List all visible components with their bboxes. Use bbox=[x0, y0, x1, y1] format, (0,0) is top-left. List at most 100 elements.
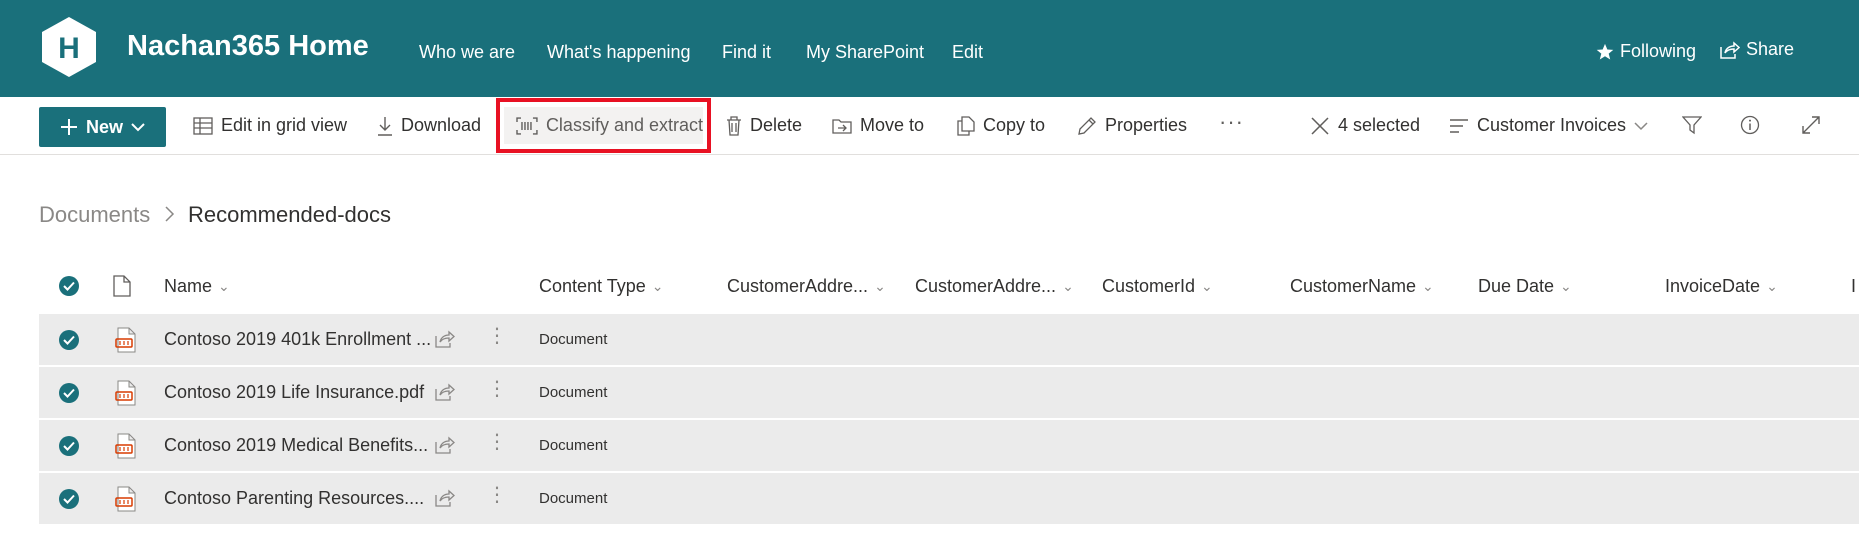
more-actions-icon[interactable]: ⋮ bbox=[487, 379, 507, 399]
move-icon bbox=[832, 118, 852, 134]
filter-icon[interactable] bbox=[1682, 115, 1702, 135]
following-label: Following bbox=[1620, 41, 1697, 61]
share-button[interactable]: Share bbox=[1720, 39, 1794, 60]
content-type-cell: Document bbox=[539, 490, 608, 507]
classify-highlight-box: Classify and extract bbox=[496, 98, 711, 153]
file-name[interactable]: Contoso Parenting Resources.... bbox=[164, 488, 424, 509]
more-actions-icon[interactable]: ⋮ bbox=[487, 432, 507, 452]
command-bar: New Edit in grid view Download Classify … bbox=[0, 97, 1859, 155]
share-label: Share bbox=[1746, 39, 1795, 59]
list-view-icon bbox=[1450, 118, 1468, 133]
chevron-down-icon: ⌄ bbox=[651, 278, 664, 294]
view-label: Customer Invoices bbox=[1477, 115, 1627, 135]
column-header-name[interactable]: Name ⌄ bbox=[164, 276, 230, 297]
content-type-cell: Document bbox=[539, 437, 608, 454]
table-row[interactable]: Contoso Parenting Resources.... ⋮ Docume… bbox=[39, 473, 1859, 525]
column-header-content-type[interactable]: Content Type ⌄ bbox=[539, 276, 663, 297]
chevron-down-icon: ⌄ bbox=[1201, 278, 1213, 294]
more-commands-button[interactable]: ··· bbox=[1219, 109, 1244, 135]
copy-to-label: Copy to bbox=[983, 115, 1046, 135]
column-header-customer-name[interactable]: CustomerName ⌄ bbox=[1290, 276, 1434, 297]
delete-button[interactable]: Delete bbox=[726, 115, 802, 136]
info-icon[interactable] bbox=[1740, 115, 1760, 135]
share-icon[interactable] bbox=[435, 383, 455, 401]
nav-who-we-are[interactable]: Who we are bbox=[419, 42, 515, 63]
expand-icon[interactable] bbox=[1801, 115, 1821, 135]
column-header-invoice-date[interactable]: InvoiceDate ⌄ bbox=[1665, 276, 1778, 297]
chevron-down-icon: ⌄ bbox=[1560, 278, 1572, 294]
selected-count-label: 4 selected bbox=[1338, 115, 1421, 135]
properties-label: Properties bbox=[1105, 115, 1188, 135]
site-logo-icon[interactable]: H bbox=[40, 16, 98, 78]
pdf-file-icon bbox=[115, 433, 136, 459]
download-label: Download bbox=[401, 115, 482, 135]
trash-icon bbox=[727, 115, 741, 136]
share-icon[interactable] bbox=[435, 436, 455, 454]
copy-to-button[interactable]: Copy to bbox=[957, 115, 1045, 136]
row-checkbox[interactable] bbox=[58, 435, 80, 457]
move-to-button[interactable]: Move to bbox=[832, 115, 924, 136]
edit-grid-view-button[interactable]: Edit in grid view bbox=[193, 115, 347, 136]
chevron-down-icon: ⌄ bbox=[1422, 278, 1434, 294]
column-header-customer-address-2[interactable]: CustomerAddre... ⌄ bbox=[915, 276, 1074, 297]
file-name[interactable]: Contoso 2019 Medical Benefits... bbox=[164, 435, 428, 456]
chevron-down-icon: ⌄ bbox=[874, 278, 886, 294]
new-label: New bbox=[85, 116, 123, 137]
plus-icon bbox=[60, 119, 77, 135]
properties-button[interactable]: Properties bbox=[1077, 115, 1187, 136]
nav-my-sharepoint[interactable]: My SharePoint bbox=[806, 42, 924, 63]
clear-selection-button[interactable]: 4 selected bbox=[1310, 115, 1420, 136]
new-button[interactable]: New bbox=[39, 107, 166, 147]
row-checkbox[interactable] bbox=[58, 329, 80, 351]
content-type-cell: Document bbox=[539, 331, 608, 348]
file-type-icon[interactable] bbox=[113, 275, 131, 297]
classify-and-extract-label: Classify and extract bbox=[545, 115, 703, 135]
row-checkbox[interactable] bbox=[58, 382, 80, 404]
view-selector[interactable]: Customer Invoices bbox=[1449, 115, 1648, 136]
chevron-down-icon: ⌄ bbox=[218, 278, 230, 294]
column-header-label: CustomerAddre... bbox=[727, 276, 869, 296]
site-title[interactable]: Nachan365 Home bbox=[127, 30, 369, 63]
file-name[interactable]: Contoso 2019 Life Insurance.pdf bbox=[164, 382, 424, 403]
table-row[interactable]: Contoso 2019 401k Enrollment ... ⋮ Docum… bbox=[39, 314, 1859, 366]
more-actions-icon[interactable]: ⋮ bbox=[487, 326, 507, 346]
pdf-file-icon bbox=[115, 327, 136, 353]
classify-and-extract-button[interactable]: Classify and extract bbox=[504, 107, 703, 144]
column-header-due-date[interactable]: Due Date ⌄ bbox=[1478, 276, 1572, 297]
column-header-label: CustomerId bbox=[1102, 276, 1196, 296]
classify-icon bbox=[516, 116, 538, 135]
chevron-right-icon bbox=[165, 206, 175, 222]
following-button[interactable]: Following bbox=[1596, 41, 1696, 62]
row-checkbox[interactable] bbox=[58, 488, 80, 510]
column-header-customer-address-1[interactable]: CustomerAddre... ⌄ bbox=[727, 276, 886, 297]
column-header-customer-id[interactable]: CustomerId ⌄ bbox=[1102, 276, 1213, 297]
select-all-checkbox[interactable] bbox=[58, 275, 80, 297]
pdf-file-icon bbox=[115, 486, 136, 512]
table-row[interactable]: Contoso 2019 Medical Benefits... ⋮ Docum… bbox=[39, 420, 1859, 472]
move-to-label: Move to bbox=[860, 115, 925, 135]
copy-icon bbox=[957, 115, 975, 136]
edit-grid-view-label: Edit in grid view bbox=[221, 115, 348, 135]
column-header-label: I bbox=[1851, 276, 1857, 296]
table-row[interactable]: Contoso 2019 Life Insurance.pdf ⋮ Docume… bbox=[39, 367, 1859, 419]
suite-header: H Nachan365 Home Who we are What's happe… bbox=[0, 0, 1859, 97]
download-button[interactable]: Download bbox=[377, 115, 481, 136]
nav-whats-happening[interactable]: What's happening bbox=[547, 42, 691, 63]
column-header-truncated[interactable]: I bbox=[1851, 276, 1856, 297]
share-icon[interactable] bbox=[435, 489, 455, 507]
nav-find-it[interactable]: Find it bbox=[722, 42, 771, 63]
breadcrumb-documents[interactable]: Documents bbox=[39, 202, 150, 228]
nav-edit[interactable]: Edit bbox=[952, 42, 983, 63]
chevron-down-icon bbox=[1634, 121, 1648, 130]
chevron-down-icon: ⌄ bbox=[1766, 278, 1778, 294]
svg-text:H: H bbox=[58, 32, 80, 65]
star-icon bbox=[1596, 43, 1614, 59]
delete-label: Delete bbox=[750, 115, 803, 135]
column-header-label: CustomerName bbox=[1290, 276, 1417, 296]
download-icon bbox=[378, 116, 392, 136]
more-actions-icon[interactable]: ⋮ bbox=[487, 485, 507, 505]
share-icon[interactable] bbox=[435, 330, 455, 348]
chevron-down-icon: ⌄ bbox=[1062, 278, 1074, 294]
file-name[interactable]: Contoso 2019 401k Enrollment ... bbox=[164, 329, 431, 350]
content-type-cell: Document bbox=[539, 384, 608, 401]
